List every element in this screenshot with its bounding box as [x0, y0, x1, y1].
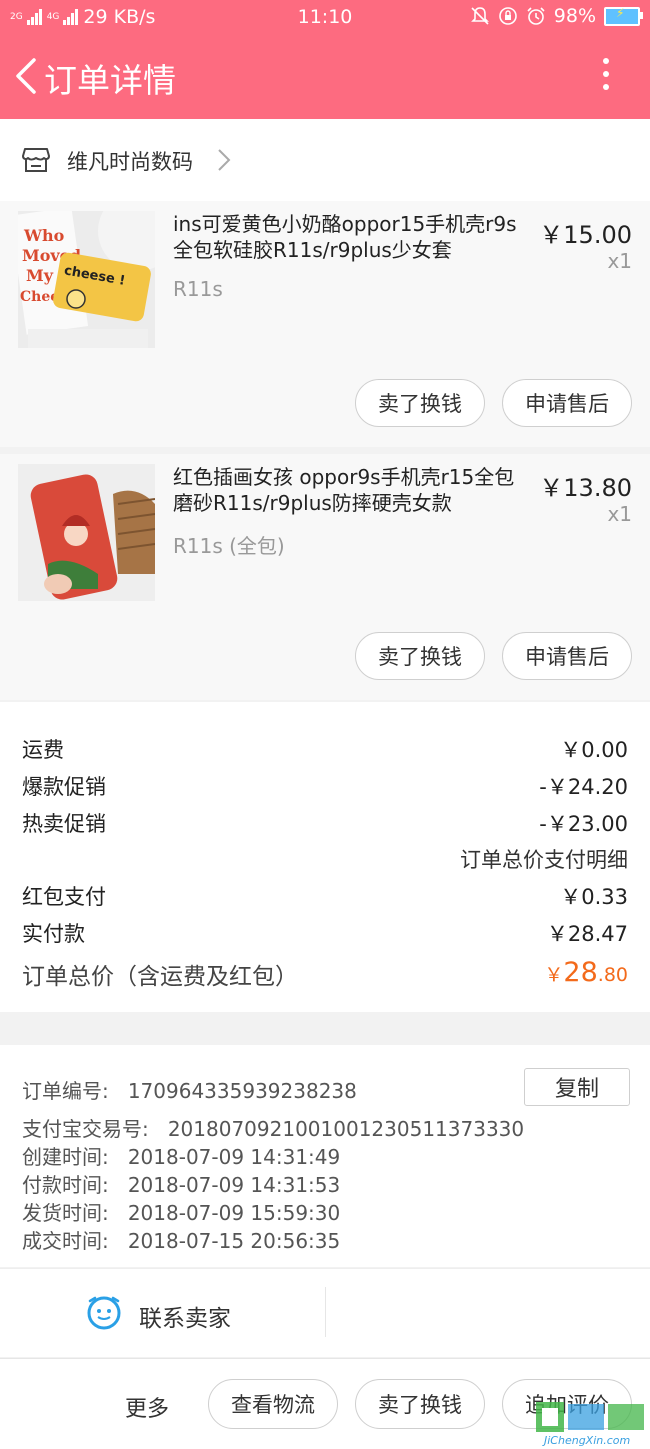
product-thumbnail[interactable]: Who Moved My Cheese cheese ! — [18, 211, 155, 348]
alipay-label: 支付宝交易号: — [22, 1117, 149, 1141]
app-header: 订单详情 — [0, 34, 650, 119]
alipay-number: 2018070921001001230511373330 — [167, 1117, 525, 1141]
paid-time-line: 付款时间: 2018-07-09 14:31:53 — [22, 1169, 340, 1198]
order-item: Who Moved My Cheese cheese ! ins可爱黄色小奶酪o… — [0, 201, 650, 447]
contact-seller-button[interactable]: 联系卖家 — [139, 1299, 231, 1333]
paid-value: ￥28.47 — [546, 922, 628, 946]
order-number-line: 订单编号: 170964335939238238 — [22, 1075, 357, 1104]
shop-name: 维凡时尚数码 — [67, 150, 193, 174]
promo-value: -￥24.20 — [539, 775, 628, 799]
product-spec: R11s (全包) — [173, 534, 285, 558]
book-text: Who — [23, 226, 65, 245]
total-decimal: .80 — [597, 964, 628, 986]
chat-bubble-icon[interactable] — [86, 1295, 122, 1331]
product-spec: R11s — [173, 277, 223, 301]
closed-line: 成交时间: 2018-07-15 20:56:35 — [22, 1225, 340, 1254]
view-logistics-button[interactable]: 查看物流 — [208, 1379, 338, 1429]
alarm-icon — [527, 7, 545, 25]
closed-label: 成交时间: — [22, 1229, 109, 1253]
shipping-label: 运费 — [22, 738, 64, 762]
store-icon — [22, 148, 50, 172]
resell-button[interactable]: 卖了换钱 — [355, 632, 485, 680]
status-right: 98% ⚡ — [470, 5, 643, 27]
redpacket-value: ￥0.33 — [560, 885, 628, 909]
order-number-label: 订单编号: — [22, 1079, 109, 1103]
resell-button[interactable]: 卖了换钱 — [355, 1379, 485, 1429]
created-label: 创建时间: — [22, 1145, 109, 1169]
total-currency: ￥ — [544, 964, 564, 986]
mute-bell-icon — [470, 7, 489, 25]
created-line: 创建时间: 2018-07-09 14:31:49 — [22, 1141, 340, 1170]
watermark-text: JiChengXin.com — [542, 1434, 630, 1447]
price-summary: 运费 ￥0.00 爆款促销 -￥24.20 热卖促销 -￥23.00 订单总价支… — [0, 702, 650, 1012]
product-qty: x1 — [607, 502, 632, 526]
after-sale-button[interactable]: 申请售后 — [502, 379, 632, 427]
shop-row[interactable]: 维凡时尚数码 — [0, 119, 650, 202]
page-title: 订单详情 — [44, 61, 176, 100]
promo-label: 爆款促销 — [22, 775, 106, 799]
product-price: ￥15.00 — [539, 221, 632, 249]
promo-value: -￥23.00 — [539, 812, 628, 836]
order-number: 170964335939238238 — [127, 1079, 357, 1103]
book-text: My — [26, 266, 54, 285]
shipping-value: ￥0.00 — [560, 738, 628, 762]
more-button[interactable]: 更多 — [125, 1391, 169, 1423]
shipped-label: 发货时间: — [22, 1201, 109, 1225]
promo-label: 热卖促销 — [22, 812, 106, 836]
site-watermark-logo: JiChengXin.com — [536, 1402, 644, 1447]
rotation-lock-icon — [498, 7, 517, 25]
chevron-right-icon — [218, 149, 231, 171]
battery-icon: ⚡ — [604, 6, 643, 26]
copy-button[interactable]: 复制 — [524, 1068, 630, 1106]
divider — [325, 1287, 326, 1337]
resell-button[interactable]: 卖了换钱 — [355, 379, 485, 427]
more-menu-icon[interactable] — [600, 58, 612, 94]
product-price: ￥13.80 — [539, 474, 632, 502]
product-thumbnail[interactable] — [18, 464, 155, 601]
order-info: 订单编号: 170964335939238238 复制 支付宝交易号: 2018… — [0, 1045, 650, 1267]
product-title[interactable]: 红色插画女孩 oppor9s手机壳r15全包磨砂R11s/r9plus防摔硬壳女… — [173, 464, 533, 516]
product-title[interactable]: ins可爱黄色小奶酪oppor15手机壳r9s全包软硅胶R11s/r9plus少… — [173, 211, 533, 263]
status-bar: 2G 4G 29 KB/s 11:10 98% ⚡ — [0, 0, 650, 34]
alipay-line: 支付宝交易号: 2018070921001001230511373330 — [22, 1113, 524, 1142]
contact-seller-bar: 联系卖家 — [0, 1268, 650, 1357]
total-integer: 28 — [563, 957, 598, 988]
shipped-time: 2018-07-09 15:59:30 — [127, 1201, 341, 1225]
created-time: 2018-07-09 14:31:49 — [127, 1145, 341, 1169]
paid-time: 2018-07-09 14:31:53 — [127, 1173, 341, 1197]
product-image-red-girl-case — [18, 464, 155, 601]
closed-time: 2018-07-15 20:56:35 — [127, 1229, 341, 1253]
total-value: ￥28.80 — [544, 957, 628, 988]
payment-detail-link[interactable]: 订单总价支付明细 — [460, 844, 628, 874]
paid-label: 实付款 — [22, 922, 85, 946]
battery-percent: 98% — [553, 5, 596, 27]
after-sale-button[interactable]: 申请售后 — [502, 632, 632, 680]
product-qty: x1 — [607, 249, 632, 273]
total-label: 订单总价（含运费及红包） — [22, 964, 298, 990]
paid-time-label: 付款时间: — [22, 1173, 109, 1197]
redpacket-label: 红包支付 — [22, 885, 106, 909]
order-item: 红色插画女孩 oppor9s手机壳r15全包磨砂R11s/r9plus防摔硬壳女… — [0, 454, 650, 700]
shipped-line: 发货时间: 2018-07-09 15:59:30 — [22, 1197, 340, 1226]
product-image-cheese-case: Who Moved My Cheese cheese ! — [18, 211, 155, 348]
